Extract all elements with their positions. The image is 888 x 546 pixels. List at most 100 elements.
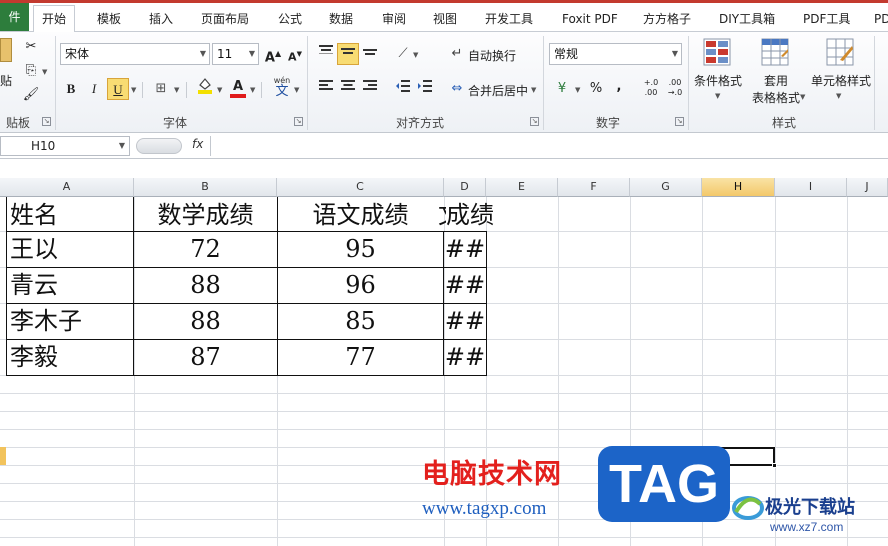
wrap-text-button[interactable]: 自动换行 — [468, 47, 516, 64]
cell-c3[interactable]: 96 — [277, 267, 444, 303]
bold-button[interactable]: B — [60, 78, 82, 100]
cell-d2[interactable]: ## — [444, 231, 486, 267]
orientation-dropdown-icon[interactable]: ▼ — [413, 51, 418, 59]
tab-pdf-tools[interactable]: PDF工具 — [803, 7, 850, 32]
cell-b2[interactable]: 72 — [134, 231, 277, 267]
align-right-icon[interactable] — [359, 78, 381, 100]
cell-d4[interactable]: ## — [444, 303, 486, 339]
currency-dropdown-icon[interactable]: ▼ — [575, 86, 580, 94]
currency-icon[interactable]: ¥ — [551, 78, 573, 100]
font-color-dropdown-icon[interactable]: ▼ — [250, 86, 255, 94]
grow-font-button[interactable]: A▲ — [262, 43, 284, 65]
tab-developer[interactable]: 开发工具 — [485, 7, 533, 32]
phonetic-guide-button[interactable]: wén 文 — [271, 76, 293, 100]
tab-data[interactable]: 数据 — [329, 7, 353, 32]
copy-dropdown-icon[interactable]: ▼ — [42, 68, 47, 76]
column-header-j[interactable]: J — [847, 178, 888, 197]
tab-home[interactable]: 开始 — [33, 5, 76, 34]
decrease-indent-icon[interactable] — [392, 78, 414, 100]
increase-indent-icon[interactable] — [414, 78, 436, 100]
cell-d5[interactable]: ## — [444, 339, 486, 375]
decrease-decimal-button[interactable]: .00 →.0 — [664, 78, 686, 100]
orientation-icon[interactable]: ⟋ — [392, 43, 414, 65]
cell-c1[interactable]: 语文成绩 — [277, 197, 444, 233]
cell-b3[interactable]: 88 — [134, 267, 277, 303]
cell-c4[interactable]: 85 — [277, 303, 444, 339]
fill-color-icon[interactable] — [194, 76, 216, 98]
wrap-text-icon[interactable]: ↵ — [446, 43, 468, 65]
format-as-table-label-2[interactable]: 表格格式 — [744, 89, 808, 106]
italic-button[interactable]: I — [83, 78, 105, 100]
cell-a1[interactable]: 姓名 — [10, 197, 134, 233]
cell-a4[interactable]: 李木子 — [10, 303, 134, 339]
underline-dropdown-icon[interactable]: ▼ — [131, 86, 136, 94]
conditional-format-icon[interactable] — [703, 38, 731, 66]
font-name-select[interactable]: 宋体 ▼ — [60, 43, 210, 65]
shrink-font-button[interactable]: A▼ — [284, 43, 306, 65]
cell-a3[interactable]: 青云 — [10, 267, 134, 303]
clipboard-launcher-icon[interactable]: ↘ — [42, 117, 51, 126]
align-middle-icon[interactable] — [337, 43, 359, 65]
cut-icon[interactable]: ✂ — [20, 36, 42, 58]
file-tab[interactable]: 件 — [0, 3, 29, 31]
active-row-header[interactable] — [0, 447, 6, 465]
cell-b1[interactable]: 数学成绩 — [134, 197, 277, 233]
tab-foxit-pdf[interactable]: Foxit PDF — [562, 7, 618, 32]
format-as-table-label-1[interactable]: 套用 — [752, 72, 800, 89]
format-as-table-icon[interactable] — [761, 38, 789, 66]
fill-handle[interactable] — [772, 463, 777, 468]
cell-a5[interactable]: 李毅 — [10, 339, 134, 375]
tab-formulas[interactable]: 公式 — [278, 7, 302, 32]
cell-b4[interactable]: 88 — [134, 303, 277, 339]
align-bottom-icon[interactable] — [359, 43, 381, 65]
column-header-g[interactable]: G — [630, 178, 702, 197]
paste-icon[interactable] — [0, 38, 12, 62]
column-header-i[interactable]: I — [775, 178, 847, 197]
insert-function-icon[interactable]: fx — [192, 137, 203, 151]
number-format-select[interactable]: 常规 ▼ — [549, 43, 682, 65]
cell-a2[interactable]: 王以 — [10, 231, 134, 267]
name-box[interactable]: H10 ▼ — [0, 136, 130, 156]
column-header-e[interactable]: E — [486, 178, 558, 197]
borders-icon[interactable]: ⊞ — [150, 78, 172, 100]
tab-pd-cut[interactable]: PD — [874, 7, 888, 32]
merge-center-icon[interactable]: ⇔ — [446, 78, 468, 100]
column-header-b[interactable]: B — [134, 178, 277, 197]
table-format-dropdown-icon[interactable]: ▼ — [800, 93, 805, 101]
cell-b5[interactable]: 87 — [134, 339, 277, 375]
column-header-f[interactable]: F — [558, 178, 630, 197]
cell-d1[interactable]: 文成绩 — [438, 197, 518, 233]
tab-fangfang[interactable]: 方方格子 — [643, 7, 691, 32]
tab-review[interactable]: 审阅 — [382, 7, 406, 32]
cell-styles-button[interactable]: 单元格样式 — [808, 72, 874, 89]
alignment-launcher-icon[interactable]: ↘ — [530, 117, 539, 126]
font-size-select[interactable]: 11 ▼ — [212, 43, 259, 65]
tab-template[interactable]: 模板 — [97, 7, 121, 32]
number-launcher-icon[interactable]: ↘ — [675, 117, 684, 126]
merge-dropdown-icon[interactable]: ▼ — [531, 86, 536, 94]
increase-decimal-button[interactable]: +.0 .00 — [640, 78, 662, 100]
font-color-button[interactable]: A — [227, 76, 249, 98]
format-painter-icon[interactable]: 🖌 — [20, 84, 42, 106]
conditional-format-button[interactable]: 条件格式 — [694, 72, 742, 89]
merge-center-button[interactable]: 合并后居中 — [468, 82, 528, 99]
font-launcher-icon[interactable]: ↘ — [294, 117, 303, 126]
column-header-h[interactable]: H — [702, 178, 775, 197]
percent-button[interactable]: % — [585, 78, 607, 100]
align-left-icon[interactable] — [315, 78, 337, 100]
formula-input[interactable] — [212, 136, 888, 156]
borders-dropdown-icon[interactable]: ▼ — [174, 86, 179, 94]
column-header-d[interactable]: D — [444, 178, 486, 197]
paste-label[interactable]: 贴 — [0, 72, 12, 89]
cell-c2[interactable]: 95 — [277, 231, 444, 267]
tab-diy-toolbox[interactable]: DIY工具箱 — [719, 7, 775, 32]
copy-icon[interactable]: ⎘ — [20, 60, 42, 82]
formula-bar-scroll-handle[interactable] — [136, 138, 182, 154]
fill-color-dropdown-icon[interactable]: ▼ — [217, 86, 222, 94]
cell-styles-icon[interactable] — [826, 38, 854, 66]
cell-styles-dropdown-icon[interactable]: ▼ — [836, 92, 841, 100]
column-header-a[interactable]: A — [0, 178, 134, 197]
align-top-icon[interactable] — [315, 43, 337, 65]
cell-c5[interactable]: 77 — [277, 339, 444, 375]
tab-view[interactable]: 视图 — [433, 7, 457, 32]
